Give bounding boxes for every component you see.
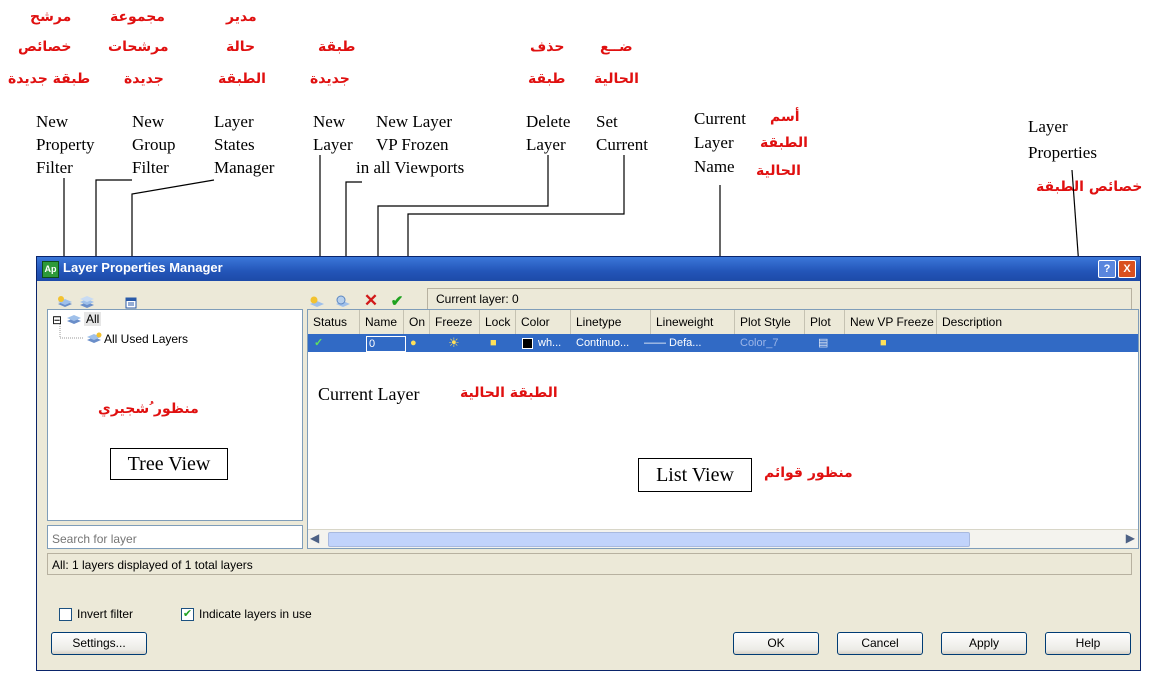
row-freeze-sun-icon[interactable]: ☀ [448, 334, 460, 352]
invert-filter-checkbox[interactable] [59, 608, 72, 621]
invert-filter-label[interactable]: Invert filter [77, 607, 133, 621]
column-header-on[interactable]: On [404, 310, 430, 334]
new-property-filter-icon[interactable] [57, 295, 73, 309]
apply-button[interactable]: Apply [941, 632, 1027, 655]
current-layer-callout: Current Layer [318, 384, 420, 404]
tree-view-callout: Tree View [110, 448, 228, 480]
close-icon[interactable]: X [1118, 260, 1136, 278]
scroll-thumb[interactable] [328, 532, 970, 547]
row-lock-icon[interactable]: ■ [490, 334, 497, 352]
column-header-plot-style[interactable]: Plot Style [735, 310, 805, 334]
row-status-current-icon: ✓ [314, 337, 324, 349]
row-plot-style-value: Color_7 [740, 337, 779, 349]
column-header-lock[interactable]: Lock [480, 310, 516, 334]
all-used-layers-icon [86, 332, 102, 347]
row-plot-printer-icon[interactable]: ▤ [818, 334, 828, 352]
search-layer-input[interactable] [47, 525, 303, 549]
row-linetype-value[interactable]: Continuo... [576, 334, 629, 352]
scroll-right-icon[interactable]: ▶ [1126, 531, 1135, 545]
layer-states-manager-icon[interactable] [123, 295, 139, 309]
column-header-status[interactable]: Status [308, 310, 360, 334]
current-layer-display: Current layer: 0 [427, 288, 1132, 310]
column-header-name[interactable]: Name [360, 310, 404, 334]
status-line: All: 1 layers displayed of 1 total layer… [47, 553, 1132, 575]
current-layer-label: Current layer: 0 [436, 292, 519, 306]
tree-connector-lines [59, 324, 84, 339]
row-color-swatch-icon[interactable] [522, 338, 533, 349]
tree-view-panel[interactable]: ⊟ All All Used Layers منظور ُشجيري Tree … [47, 309, 303, 521]
window-title: Layer Properties Manager [63, 260, 223, 275]
row-lineweight-value[interactable]: —— Defa... [644, 334, 701, 352]
column-header-freeze[interactable]: Freeze [430, 310, 480, 334]
help-icon[interactable]: ? [1098, 260, 1116, 278]
new-group-filter-icon[interactable] [79, 295, 95, 309]
layer-properties-manager-window: Ap Layer Properties Manager ? X ✕ ✔ Curr… [36, 256, 1141, 671]
column-header-new-vp-freeze[interactable]: New VP Freeze [845, 310, 937, 334]
list-view-arabic-callout: منظور قوائم [764, 465, 853, 481]
delete-layer-icon[interactable]: ✕ [363, 292, 379, 309]
tree-view-arabic-callout: منظور ُشجيري [98, 401, 199, 417]
column-header-row: Status Name On Freeze Lock Color Linetyp… [308, 310, 1138, 335]
scroll-left-icon[interactable]: ◀ [310, 531, 319, 545]
column-header-lineweight[interactable]: Lineweight [651, 310, 735, 334]
new-layer-vp-frozen-icon[interactable] [335, 295, 351, 309]
row-color-value[interactable]: wh... [538, 334, 561, 352]
column-header-color[interactable]: Color [516, 310, 571, 334]
indicate-layers-label[interactable]: Indicate layers in use [199, 607, 312, 621]
row-on-bulb-icon[interactable]: ● [410, 334, 417, 352]
row-new-vp-freeze-icon[interactable]: ■ [880, 334, 887, 352]
title-bar[interactable]: Ap Layer Properties Manager ? X [37, 257, 1140, 281]
help-button[interactable]: Help [1045, 632, 1131, 655]
indicate-layers-checkbox[interactable]: ✔ [181, 608, 194, 621]
app-icon: Ap [42, 261, 59, 278]
table-row[interactable]: ✓ 0 ● ☀ ■ wh... Continuo... —— Defa... C… [308, 334, 1138, 352]
list-view-callout: List View [638, 458, 752, 492]
column-header-description[interactable]: Description [937, 310, 1138, 334]
row-name-field[interactable]: 0 [366, 336, 406, 352]
list-view-panel[interactable]: Status Name On Freeze Lock Color Linetyp… [307, 309, 1139, 549]
cancel-button[interactable]: Cancel [837, 632, 923, 655]
tree-node-all-used-layers[interactable]: All Used Layers [104, 332, 188, 346]
column-header-plot[interactable]: Plot [805, 310, 845, 334]
current-layer-arabic-callout: الطبقة الحالية [460, 385, 558, 401]
horizontal-scrollbar[interactable]: ◀ ▶ [308, 529, 1138, 548]
ok-button[interactable]: OK [733, 632, 819, 655]
set-current-icon[interactable]: ✔ [389, 294, 405, 309]
settings-button[interactable]: Settings... [51, 632, 147, 655]
new-layer-icon[interactable] [309, 295, 325, 309]
column-header-linetype[interactable]: Linetype [571, 310, 651, 334]
